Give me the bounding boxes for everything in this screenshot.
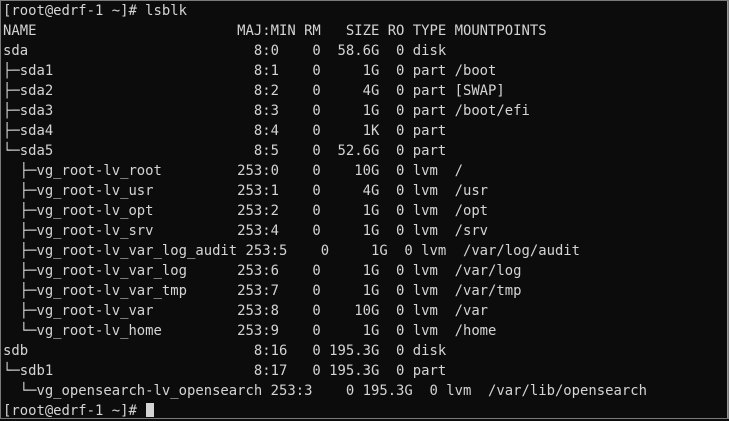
- lsblk-row: ├─vg_root-lv_srv 253:4 0 1G 0 lvm /srv: [3, 223, 489, 239]
- lsblk-row: ├─vg_root-lv_var_tmp 253:7 0 1G 0 lvm /v…: [3, 283, 522, 299]
- terminal-output: [root@edrf-1 ~]# lsblk NAME MAJ:MIN RM S…: [3, 1, 726, 421]
- lsblk-row: sdb 8:16 0 195.3G 0 disk: [3, 343, 447, 359]
- lsblk-header: NAME MAJ:MIN RM SIZE RO TYPE MOUNTPOINTS: [3, 23, 547, 39]
- command-line: [root@edrf-1 ~]# lsblk: [3, 3, 187, 19]
- lsblk-row: ├─vg_root-lv_root 253:0 0 10G 0 lvm /: [3, 163, 463, 179]
- lsblk-row: ├─sda3 8:3 0 1G 0 part /boot/efi: [3, 103, 530, 119]
- prompt-line[interactable]: [root@edrf-1 ~]#: [3, 401, 726, 421]
- terminal-window[interactable]: [root@edrf-1 ~]# lsblk NAME MAJ:MIN RM S…: [0, 0, 729, 419]
- lsblk-row: sda 8:0 0 58.6G 0 disk: [3, 43, 447, 59]
- lsblk-row: ├─sda1 8:1 0 1G 0 part /boot: [3, 63, 497, 79]
- lsblk-row: ├─vg_root-lv_var_log_audit 253:5 0 1G 0 …: [3, 243, 581, 259]
- text-cursor: [146, 403, 155, 417]
- lsblk-row: ├─sda2 8:2 0 4G 0 part [SWAP]: [3, 83, 505, 99]
- lsblk-row: └─sdb1 8:17 0 195.3G 0 part: [3, 363, 447, 379]
- lsblk-row: ├─sda4 8:4 0 1K 0 part: [3, 123, 447, 139]
- lsblk-row: └─sda5 8:5 0 52.6G 0 part: [3, 143, 447, 159]
- lsblk-row: ├─vg_root-lv_usr 253:1 0 4G 0 lvm /usr: [3, 183, 489, 199]
- lsblk-row: ├─vg_root-lv_var_log 253:6 0 1G 0 lvm /v…: [3, 263, 522, 279]
- lsblk-row: └─vg_root-lv_home 253:9 0 1G 0 lvm /home: [3, 323, 497, 339]
- lsblk-row: └─vg_opensearch-lv_opensearch 253:3 0 19…: [3, 383, 647, 399]
- window-edge: [727, 1, 728, 418]
- shell-prompt: [root@edrf-1 ~]#: [3, 403, 146, 419]
- lsblk-row: ├─vg_root-lv_var 253:8 0 10G 0 lvm /var: [3, 303, 489, 319]
- lsblk-row: ├─vg_root-lv_opt 253:2 0 1G 0 lvm /opt: [3, 203, 489, 219]
